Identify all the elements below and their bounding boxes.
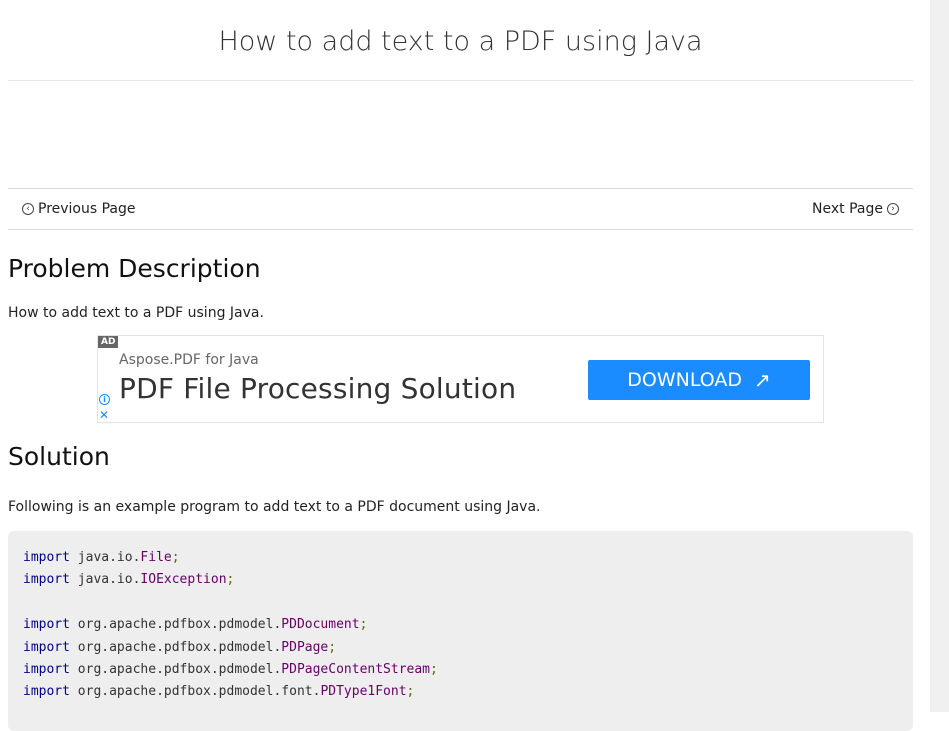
code-punctuation: ;	[226, 572, 235, 588]
chevron-right-circle-icon: ›	[887, 203, 899, 215]
solution-heading: Solution	[8, 442, 110, 471]
code-class-name: PDDocument	[281, 617, 360, 633]
code-keyword: import	[23, 639, 70, 655]
download-button[interactable]: DOWNLOAD ↗	[588, 360, 810, 400]
code-punctuation: ;	[171, 550, 180, 565]
code-package: org.apache.pdfbox.pdmodel.font.	[77, 684, 321, 700]
code-class-name: PDType1Font	[320, 684, 407, 700]
ad-tag: AD	[98, 336, 119, 348]
code-line: import org.apache.pdfbox.pdmodel.font.PD…	[23, 681, 898, 703]
previous-page-label: Previous Page	[38, 201, 136, 217]
code-block: import java.io.File; import java.io.IOExc…	[8, 531, 913, 731]
ad-placeholder	[8, 81, 913, 189]
code-keyword: import	[23, 684, 70, 700]
chevron-left-circle-icon: ‹	[22, 203, 34, 215]
previous-page-link[interactable]: ‹ Previous Page	[22, 201, 136, 217]
code-class-name: PDPageContentStream	[281, 661, 431, 677]
code-line: import java.io.IOException;	[23, 569, 898, 591]
code-class-name: PDPage	[281, 639, 329, 655]
code-package: java.io.	[77, 550, 141, 565]
code-line: import org.apache.pdfbox.pdmodel.PDPageC…	[23, 659, 898, 681]
ad-subtitle: Aspose.PDF for Java	[119, 352, 259, 368]
arrow-up-right-icon: ↗	[753, 368, 771, 392]
code-line: import org.apache.pdfbox.pdmodel.PDDocum…	[23, 614, 898, 636]
close-icon[interactable]: ✕	[99, 409, 109, 421]
code-line: import java.io.File;	[23, 547, 898, 569]
code-package: org.apache.pdfbox.pdmodel.	[77, 661, 282, 677]
page-navigation: ‹ Previous Page Next Page ›	[8, 189, 913, 230]
code-punctuation: ;	[359, 617, 368, 633]
code-keyword: import	[23, 572, 70, 588]
code-punctuation: ;	[328, 639, 337, 655]
ad-headline: PDF File Processing Solution	[119, 372, 517, 405]
next-page-link[interactable]: Next Page ›	[812, 201, 899, 217]
problem-text: How to add text to a PDF using Java.	[8, 305, 264, 321]
code-line: import org.apache.pdfbox.pdmodel.PDPage;	[23, 637, 898, 659]
download-button-label: DOWNLOAD	[627, 369, 742, 391]
problem-heading: Problem Description	[8, 254, 261, 283]
code-keyword: import	[23, 661, 70, 677]
code-package: java.io.	[77, 572, 141, 588]
code-package: org.apache.pdfbox.pdmodel.	[77, 617, 282, 633]
code-class-name: File	[140, 550, 172, 565]
info-icon[interactable]: i	[99, 394, 110, 405]
code-punctuation: ;	[430, 661, 438, 677]
code-keyword: import	[23, 550, 70, 565]
scrollbar[interactable]	[930, 0, 949, 712]
ad-banner[interactable]: AD Aspose.PDF for Java PDF File Processi…	[97, 335, 824, 423]
page-title: How to add text to a PDF using Java	[8, 0, 913, 81]
code-package: org.apache.pdfbox.pdmodel.	[77, 639, 282, 655]
code-keyword: import	[23, 617, 70, 633]
code-punctuation: ;	[406, 684, 415, 700]
article-content: How to add text to a PDF using Java ‹ Pr…	[8, 0, 913, 731]
next-page-label: Next Page	[812, 201, 883, 217]
solution-text: Following is an example program to add t…	[8, 499, 541, 515]
code-class-name: IOException	[140, 572, 227, 588]
